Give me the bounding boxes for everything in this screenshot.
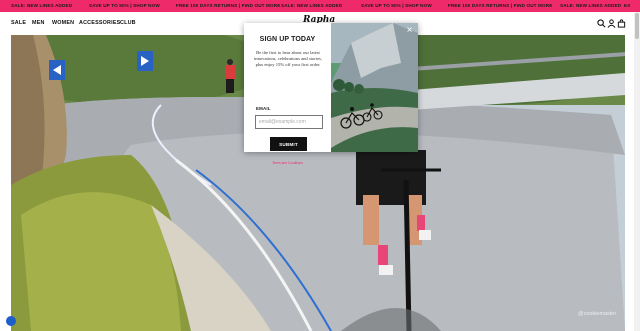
terms-link[interactable]: Terms and Conditions bbox=[244, 161, 331, 165]
ticker-item[interactable]: SALE: NEW LINES ADDED bbox=[11, 0, 72, 12]
nav-accessories[interactable]: ACCESSORIES bbox=[79, 12, 120, 35]
nav-men[interactable]: MEN bbox=[32, 12, 45, 35]
nav-women[interactable]: WOMEN bbox=[52, 12, 74, 35]
ticker-item[interactable]: FREE 100 DAYS RETURNS | FIND OUT MORE bbox=[176, 0, 280, 12]
accessibility-icon[interactable] bbox=[6, 316, 16, 326]
signup-modal: SIGN UP TODAY Be the first to hear about… bbox=[244, 23, 418, 165]
promo-ticker: SALE: NEW LINES ADDED SAVE UP TO 50% | S… bbox=[0, 0, 640, 12]
mountain-cyclists-image bbox=[331, 23, 418, 152]
ticker-item[interactable]: SALE: NEW LINES ADDED bbox=[560, 0, 621, 12]
ticker-item[interactable]: EX bbox=[624, 0, 630, 12]
scrollbar-track[interactable] bbox=[634, 12, 640, 331]
bag-icon[interactable] bbox=[617, 19, 626, 28]
ticker-item[interactable]: SAVE UP TO 50% | SHOP NOW bbox=[89, 0, 160, 12]
signup-form: SIGN UP TODAY Be the first to hear about… bbox=[244, 23, 331, 165]
ticker-item[interactable]: SALE: NEW LINES ADDED bbox=[281, 0, 342, 12]
search-icon[interactable] bbox=[597, 19, 606, 28]
nav-club[interactable]: CLUB bbox=[120, 12, 136, 35]
modal-description: Be the first to hear about our latest in… bbox=[254, 50, 322, 68]
submit-button[interactable]: SUBMIT bbox=[270, 137, 307, 151]
watermark: @cookiemaster bbox=[578, 311, 617, 317]
close-modal-button[interactable]: × bbox=[404, 25, 415, 36]
email-input[interactable] bbox=[255, 115, 323, 129]
modal-title: SIGN UP TODAY bbox=[259, 36, 316, 43]
nav-sale[interactable]: SALE bbox=[11, 12, 26, 35]
ticker-item[interactable]: FREE 100 DAYS RETURNS | FIND OUT MORE bbox=[448, 0, 552, 12]
ticker-item[interactable]: SAVE UP TO 50% | SHOP NOW bbox=[361, 0, 432, 12]
account-icon[interactable] bbox=[607, 19, 616, 28]
scrollbar-thumb[interactable] bbox=[635, 13, 639, 39]
modal-image bbox=[331, 23, 418, 152]
email-label: EMAIL bbox=[256, 106, 271, 111]
